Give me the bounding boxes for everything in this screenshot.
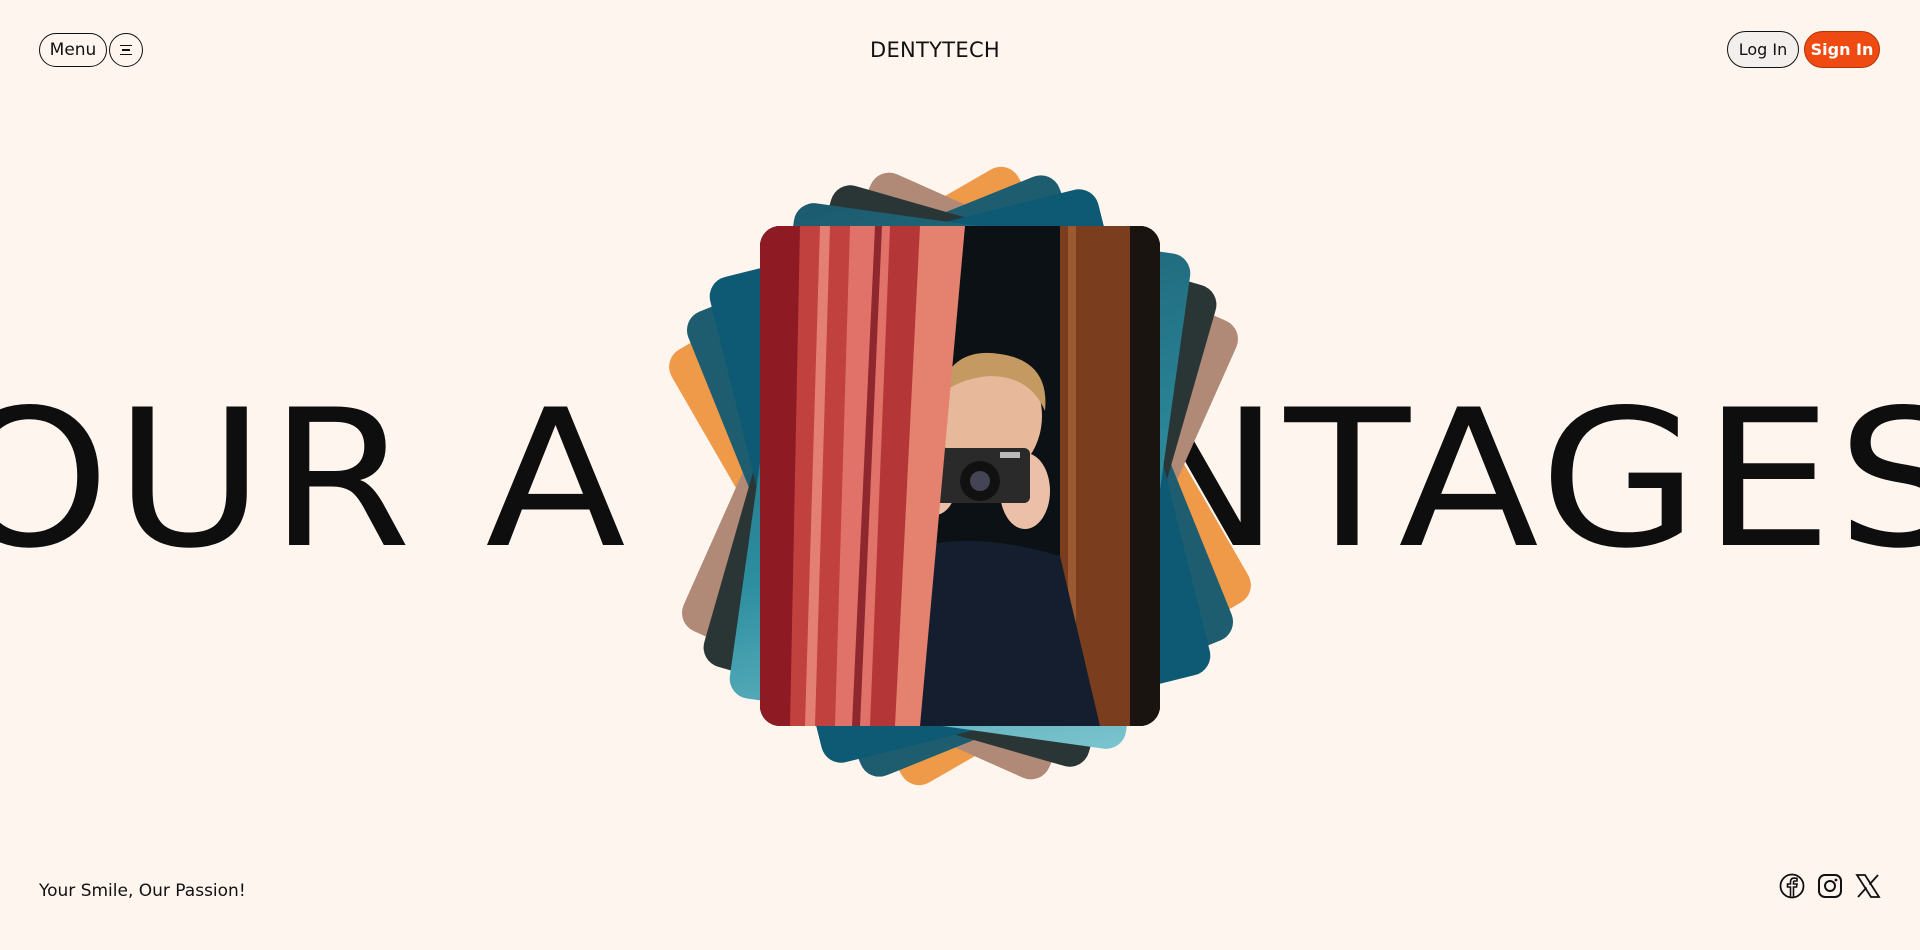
site-header: Menu DENTYTECH Log In Sign In: [0, 0, 1920, 100]
auth-buttons: Log In Sign In: [1727, 31, 1880, 68]
featured-photo[interactable]: [760, 226, 1160, 726]
brand-logo-text[interactable]: DENTYTECH: [0, 38, 1870, 62]
instagram-icon[interactable]: [1816, 872, 1844, 900]
hero-title-right: NTAGES: [1126, 369, 1920, 590]
facebook-icon[interactable]: [1778, 872, 1806, 900]
login-button[interactable]: Log In: [1727, 31, 1799, 68]
hero-title-left: OUR A: [0, 369, 631, 590]
tagline: Your Smile, Our Passion!: [39, 881, 246, 901]
signin-button[interactable]: Sign In: [1804, 31, 1880, 68]
x-icon[interactable]: [1854, 872, 1882, 900]
social-links: [1778, 872, 1882, 900]
photographer-image: [760, 226, 1160, 726]
